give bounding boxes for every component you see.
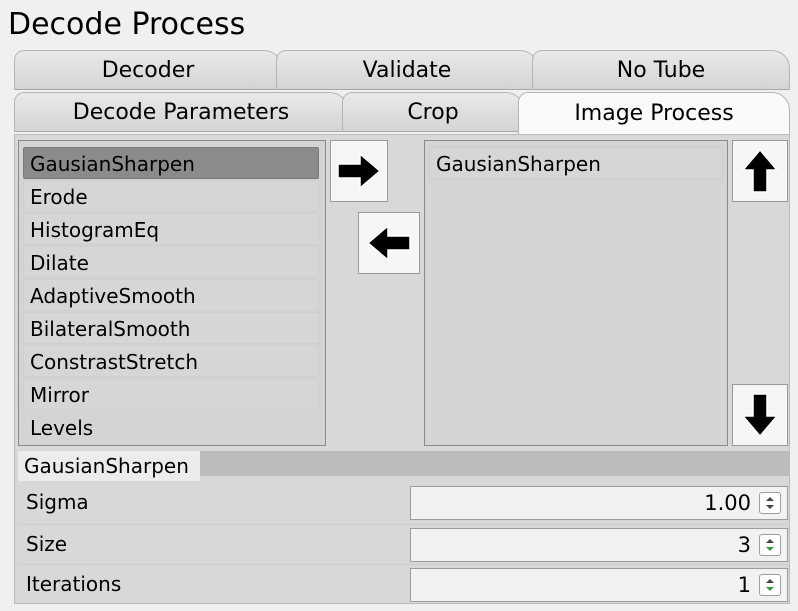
list-item[interactable]: AdaptiveSmooth <box>23 279 319 311</box>
up-down-arrows-icon <box>766 579 774 591</box>
property-header-strip <box>200 451 790 476</box>
up-down-arrows-icon <box>766 497 774 509</box>
iterations-spinbox[interactable]: 1 <box>410 568 788 602</box>
active-filters-list[interactable]: GausianSharpen <box>424 140 728 446</box>
tab-validate[interactable]: Validate <box>276 50 538 90</box>
add-filter-button[interactable] <box>330 140 388 202</box>
tab-bar-second: Decode Parameters Crop Image Process <box>14 92 790 134</box>
list-item[interactable]: BilateralSmooth <box>23 312 319 344</box>
size-spinbox[interactable]: 3 <box>410 528 788 562</box>
list-item[interactable]: Levels <box>23 411 319 443</box>
list-item[interactable]: ConstrastStretch <box>23 345 319 377</box>
size-value: 3 <box>737 533 751 557</box>
list-item[interactable]: GausianSharpen <box>429 147 723 179</box>
tab-decoder[interactable]: Decoder <box>14 50 282 90</box>
row-divider <box>18 564 790 565</box>
tab-image-process[interactable]: Image Process <box>518 92 790 134</box>
window-title: Decode Process <box>8 7 246 42</box>
iterations-value: 1 <box>737 573 751 597</box>
tab-bar-top: Decoder Validate No Tube <box>14 50 790 92</box>
list-item[interactable]: HistogramEq <box>23 213 319 245</box>
arrow-up-icon <box>741 148 779 193</box>
arrow-right-icon <box>337 152 382 190</box>
up-down-arrows-icon <box>766 539 774 551</box>
row-divider <box>18 524 790 525</box>
tab-no-tube[interactable]: No Tube <box>532 50 790 90</box>
tab-decode-parameters[interactable]: Decode Parameters <box>14 92 348 132</box>
list-item[interactable]: Erode <box>23 180 319 212</box>
size-label: Size <box>26 532 68 556</box>
list-item[interactable]: GausianSharpen <box>23 147 319 179</box>
arrow-down-icon <box>741 393 779 438</box>
size-stepper[interactable] <box>759 534 781 556</box>
property-group-header: GausianSharpen <box>18 451 200 481</box>
sigma-label: Sigma <box>26 490 89 514</box>
sigma-spinbox[interactable]: 1.00 <box>410 486 788 520</box>
move-down-button[interactable] <box>732 384 788 446</box>
remove-filter-button[interactable] <box>358 212 420 274</box>
tab-crop[interactable]: Crop <box>342 92 524 132</box>
sigma-stepper[interactable] <box>759 492 781 514</box>
move-up-button[interactable] <box>732 140 788 202</box>
list-item[interactable]: Dilate <box>23 246 319 278</box>
sigma-value: 1.00 <box>704 491 751 515</box>
iterations-label: Iterations <box>26 572 122 596</box>
available-filters-list[interactable]: GausianSharpen Erode HistogramEq Dilate … <box>18 140 326 446</box>
arrow-left-icon <box>366 224 411 262</box>
iterations-stepper[interactable] <box>759 574 781 596</box>
list-item[interactable]: Mirror <box>23 378 319 410</box>
